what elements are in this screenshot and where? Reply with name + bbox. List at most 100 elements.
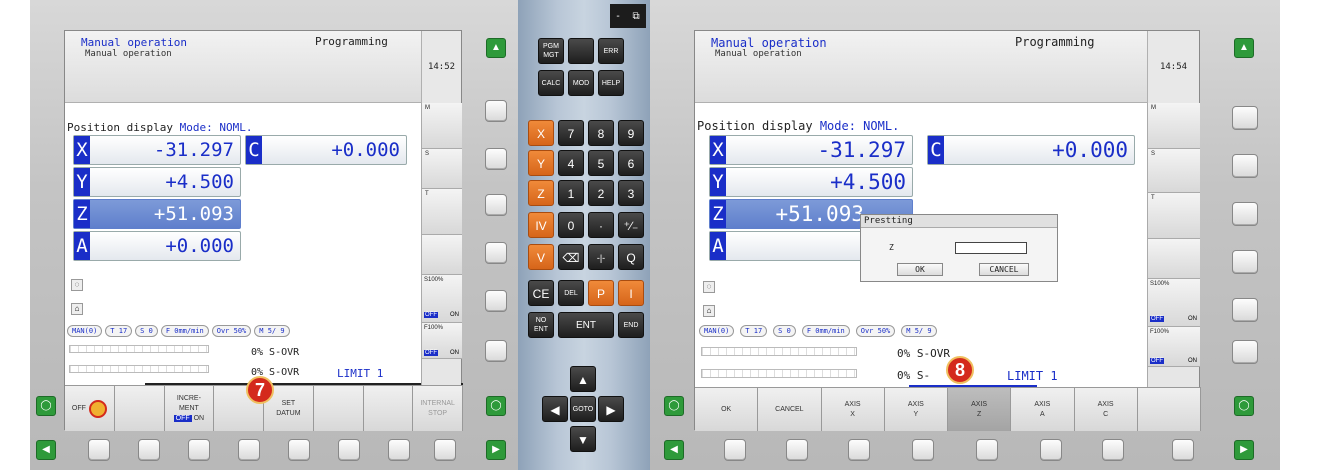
right-bottom-key-5[interactable] bbox=[976, 439, 998, 461]
left-bottom-key-4[interactable] bbox=[238, 439, 260, 461]
key-x[interactable]: X bbox=[528, 120, 554, 146]
key-plus-minus[interactable]: ⁺∕₋ bbox=[618, 212, 644, 238]
right-bottom-key-3[interactable] bbox=[848, 439, 870, 461]
key-arrow-left[interactable]: ◀ bbox=[542, 396, 568, 422]
softkey-axis-a[interactable]: AXIS A bbox=[1011, 388, 1075, 431]
key-end[interactable]: END bbox=[618, 312, 644, 338]
axis-row-c[interactable]: C +0.000 bbox=[245, 135, 407, 165]
axis-row-y[interactable]: Y +4.500 bbox=[73, 167, 241, 197]
left-right-switch-button[interactable]: ◯ bbox=[486, 396, 506, 416]
softkey-axis-c[interactable]: AXIS C bbox=[1074, 388, 1138, 431]
softkey-off[interactable]: OFF bbox=[65, 386, 115, 431]
softkey-cancel[interactable]: CANCEL bbox=[758, 388, 822, 431]
left-bottom-key-1[interactable] bbox=[88, 439, 110, 461]
key-pgm-mgt[interactable]: PGM MGT bbox=[538, 38, 564, 64]
left-switch-button[interactable]: ◯ bbox=[36, 396, 56, 416]
key-7[interactable]: 7 bbox=[558, 120, 584, 146]
softkey-axis-z[interactable]: AXIS Z bbox=[948, 388, 1012, 431]
key-q[interactable]: Q bbox=[618, 244, 644, 270]
key-iv[interactable]: IV bbox=[528, 212, 554, 238]
left-side-key-4[interactable] bbox=[485, 242, 507, 264]
key-no-ent[interactable]: NO ENT bbox=[528, 312, 554, 338]
softkey-axis-y[interactable]: AXIS Y bbox=[884, 388, 948, 431]
right-side-key-5[interactable] bbox=[1232, 298, 1258, 322]
left-bottom-key-2[interactable] bbox=[138, 439, 160, 461]
key-help[interactable]: HELP bbox=[598, 70, 624, 96]
key-ce[interactable]: CE bbox=[528, 280, 554, 306]
axis-row-z[interactable]: Z +51.093 bbox=[73, 199, 241, 229]
softkey-blank[interactable] bbox=[1137, 388, 1201, 431]
right-bottom-key-8[interactable] bbox=[1172, 439, 1194, 461]
left-side-key-1[interactable] bbox=[485, 100, 507, 122]
key-1[interactable]: 1 bbox=[558, 180, 584, 206]
left-next-button[interactable]: ▶ bbox=[486, 440, 506, 460]
key-p[interactable]: P bbox=[588, 280, 614, 306]
right-side-key-3[interactable] bbox=[1232, 202, 1258, 226]
programming-tab[interactable]: Programming bbox=[315, 35, 388, 48]
key-decimal[interactable]: · bbox=[588, 212, 614, 238]
key-2[interactable]: 2 bbox=[588, 180, 614, 206]
left-bottom-key-5[interactable] bbox=[288, 439, 310, 461]
mode-title[interactable]: Manual operation bbox=[701, 36, 827, 50]
right-bottom-key-2[interactable] bbox=[786, 439, 808, 461]
key-3[interactable]: 3 bbox=[618, 180, 644, 206]
key-y[interactable]: Y bbox=[528, 150, 554, 176]
right-right-switch-button[interactable]: ◯ bbox=[1234, 396, 1254, 416]
right-bottom-key-1[interactable] bbox=[724, 439, 746, 461]
right-side-key-6[interactable] bbox=[1232, 340, 1258, 364]
key-actual-position[interactable]: -|- bbox=[588, 244, 614, 270]
right-side-key-4[interactable] bbox=[1232, 250, 1258, 274]
left-side-key-5[interactable] bbox=[485, 290, 507, 312]
softkey-6[interactable] bbox=[363, 386, 414, 431]
right-switch-button[interactable]: ◯ bbox=[664, 396, 684, 416]
left-bottom-key-8[interactable] bbox=[434, 439, 456, 461]
key-backspace[interactable]: ⌫ bbox=[558, 244, 584, 270]
left-bottom-key-3[interactable] bbox=[188, 439, 210, 461]
axis-row-y[interactable]: Y +4.500 bbox=[709, 167, 913, 197]
key-6[interactable]: 6 bbox=[618, 150, 644, 176]
key-goto[interactable]: GOTO bbox=[570, 396, 596, 422]
key-i[interactable]: I bbox=[618, 280, 644, 306]
right-side-key-2[interactable] bbox=[1232, 154, 1258, 178]
left-bottom-key-6[interactable] bbox=[338, 439, 360, 461]
right-bottom-key-4[interactable] bbox=[912, 439, 934, 461]
key-4[interactable]: 4 bbox=[558, 150, 584, 176]
softkey-increment[interactable]: INCRE- MENT OFF ON bbox=[164, 386, 215, 431]
key-ent[interactable]: ENT bbox=[558, 312, 614, 338]
right-bottom-key-6[interactable] bbox=[1040, 439, 1062, 461]
axis-row-a[interactable]: A +0.000 bbox=[73, 231, 241, 261]
softkey-1[interactable] bbox=[114, 386, 165, 431]
key-0[interactable]: 0 bbox=[558, 212, 584, 238]
key-calc[interactable]: CALC bbox=[538, 70, 564, 96]
right-next-button[interactable]: ▶ bbox=[1234, 440, 1254, 460]
key-9[interactable]: 9 bbox=[618, 120, 644, 146]
mode-title[interactable]: Manual operation bbox=[71, 36, 187, 49]
key-z[interactable]: Z bbox=[528, 180, 554, 206]
axis-row-x[interactable]: X -31.297 bbox=[709, 135, 913, 165]
key-err[interactable]: ERR bbox=[598, 38, 624, 64]
programming-tab[interactable]: Programming bbox=[1015, 35, 1094, 49]
softkey-internal-stop[interactable]: INTERNAL STOP bbox=[413, 386, 463, 431]
key-8[interactable]: 8 bbox=[588, 120, 614, 146]
key-arrow-up[interactable]: ▲ bbox=[570, 366, 596, 392]
dialog-cancel-button[interactable]: CANCEL bbox=[979, 263, 1029, 276]
axis-row-c[interactable]: C +0.000 bbox=[927, 135, 1135, 165]
softkey-axis-x[interactable]: AXIS X bbox=[821, 388, 885, 431]
right-bottom-key-7[interactable] bbox=[1102, 439, 1124, 461]
key-arrow-down[interactable]: ▼ bbox=[570, 426, 596, 452]
key-blank[interactable] bbox=[568, 38, 594, 64]
key-del[interactable]: DEL bbox=[558, 280, 584, 306]
softkey-ok[interactable]: OK bbox=[695, 388, 759, 431]
key-mod[interactable]: MOD bbox=[568, 70, 594, 96]
right-side-key-1[interactable] bbox=[1232, 106, 1258, 130]
key-v[interactable]: V bbox=[528, 244, 554, 270]
left-prev-button[interactable]: ◀ bbox=[36, 440, 56, 460]
left-side-key-6[interactable] bbox=[485, 340, 507, 362]
dialog-value-input[interactable] bbox=[955, 242, 1027, 254]
right-up-button[interactable]: ▲ bbox=[1234, 38, 1254, 58]
key-5[interactable]: 5 bbox=[588, 150, 614, 176]
right-prev-button[interactable]: ◀ bbox=[664, 440, 684, 460]
left-side-key-3[interactable] bbox=[485, 194, 507, 216]
key-arrow-right[interactable]: ▶ bbox=[598, 396, 624, 422]
softkey-5[interactable] bbox=[313, 386, 364, 431]
